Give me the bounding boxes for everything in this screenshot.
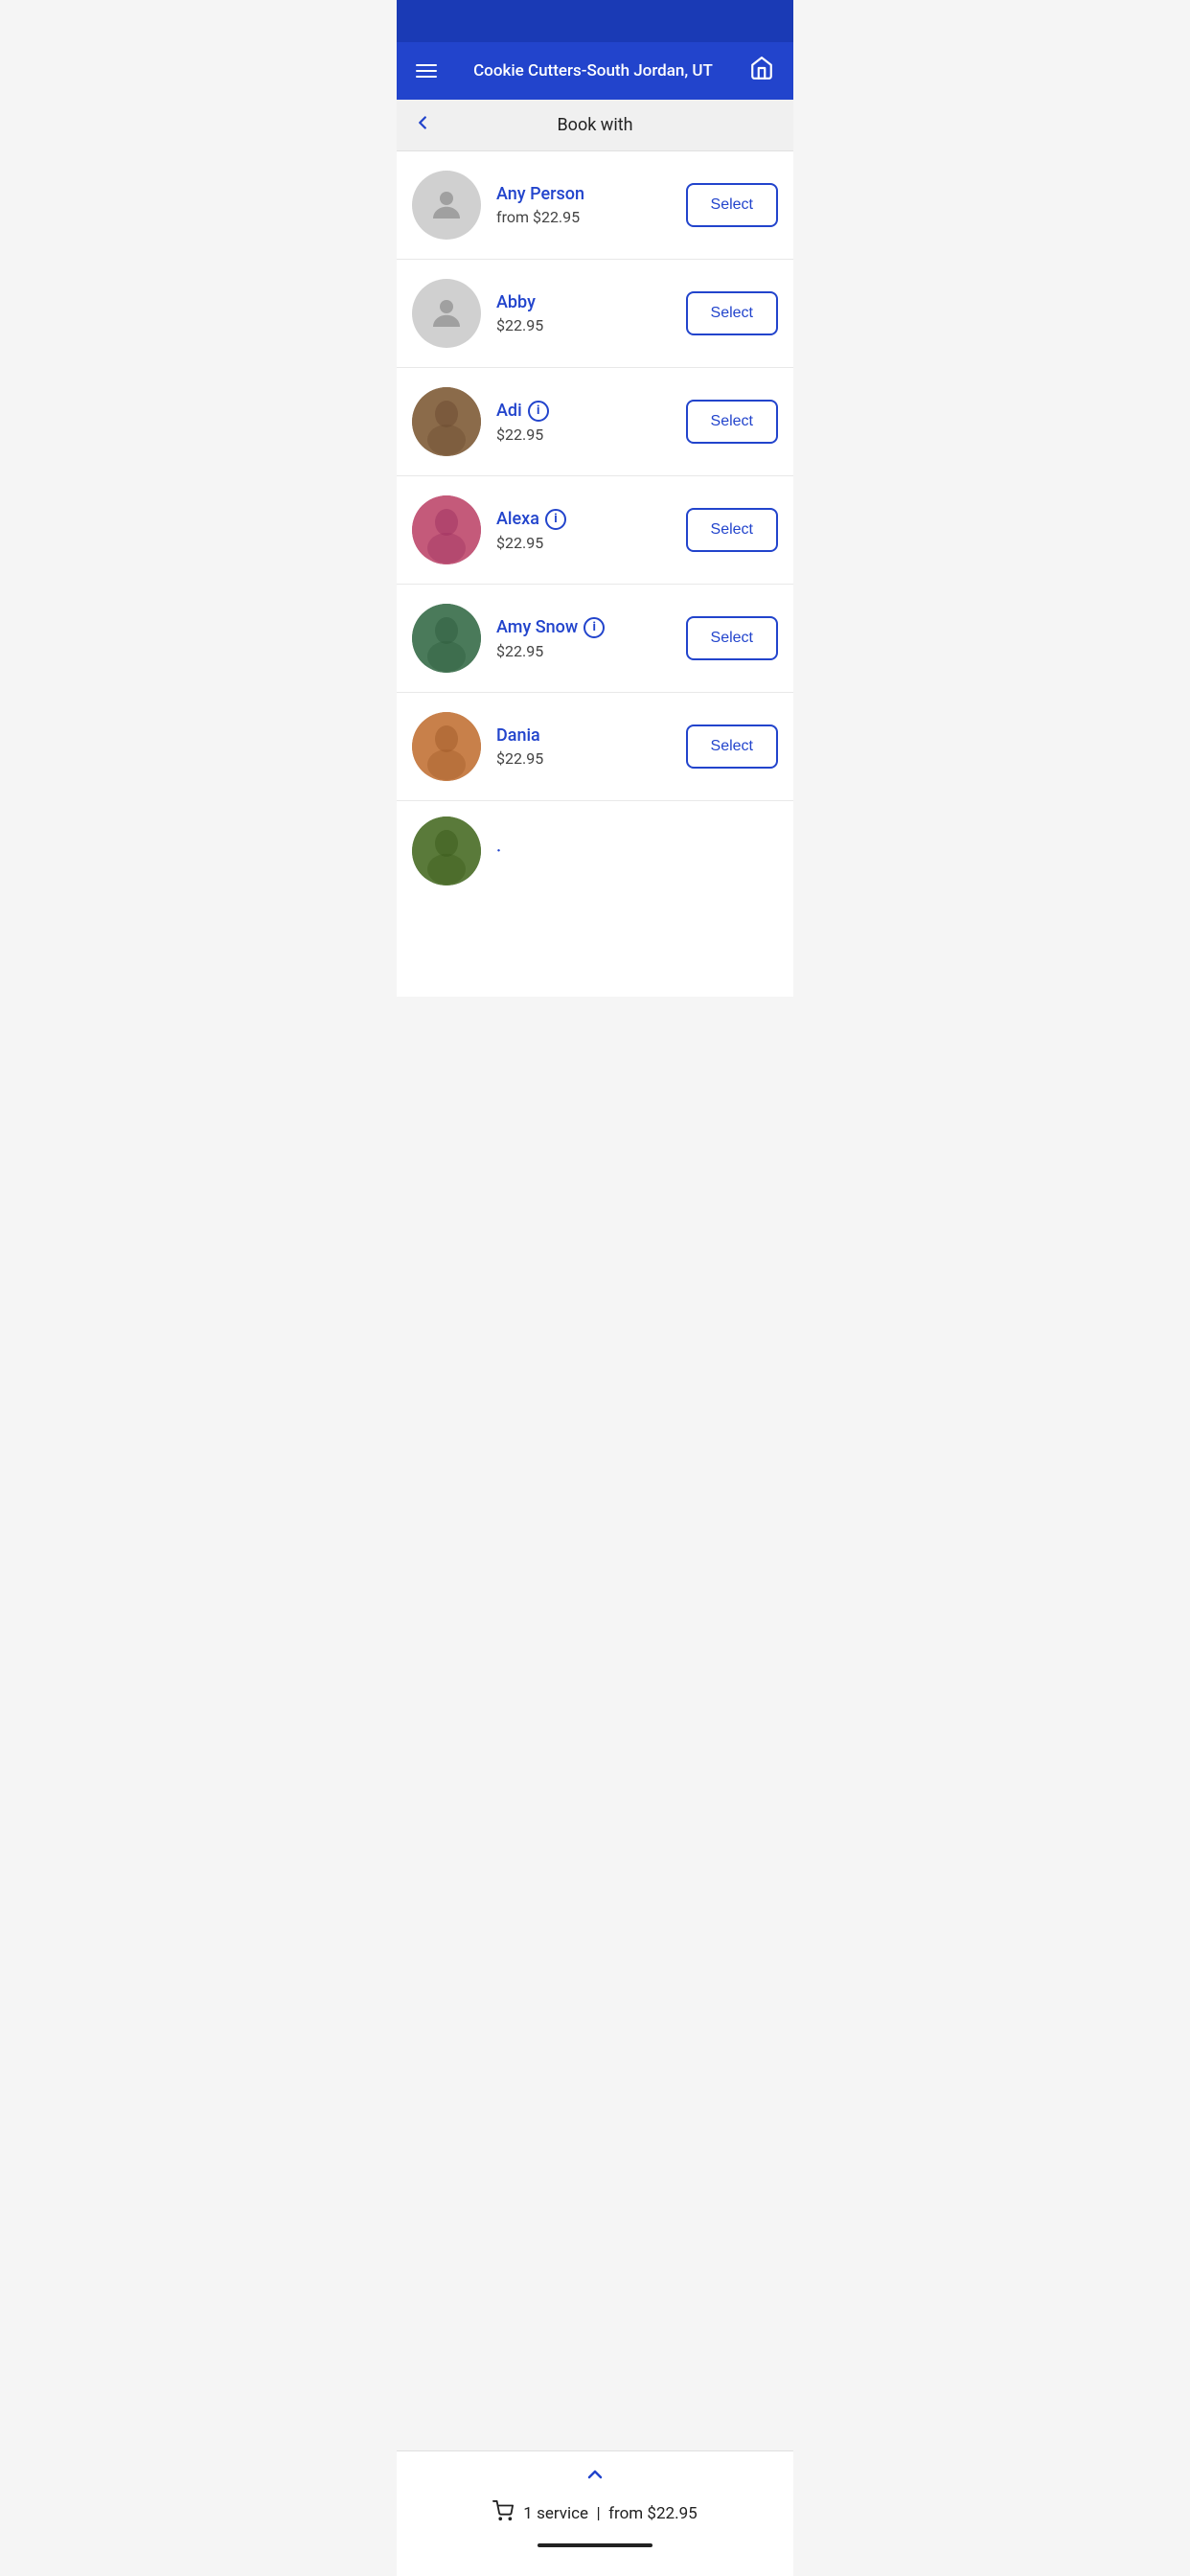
header-title: Cookie Cutters-South Jordan, UT [437,61,749,80]
person-name-amy-snow: Amy Snow i [496,617,686,638]
person-name-any-person: Any Person [496,184,686,204]
person-row-amy-snow: Amy Snow i $22.95 Select [397,585,793,693]
person-row-partial: · [397,801,793,901]
select-button-dania[interactable]: Select [686,724,778,769]
person-info-alexa: Alexa i $22.95 [481,509,686,552]
person-row-abby: Abby $22.95 Select [397,260,793,368]
person-name-adi: Adi i [496,401,686,422]
person-price-alexa: $22.95 [496,534,686,552]
info-icon-adi[interactable]: i [528,401,549,422]
avatar-alexa [412,495,481,564]
avatar-any-person [412,171,481,240]
person-row-any-person: Any Person from $22.95 Select [397,151,793,260]
person-price-amy-snow: $22.95 [496,642,686,660]
cart-icon [492,2500,514,2526]
person-name-dania: Dania [496,725,686,746]
person-price-any-person: from $22.95 [496,208,686,226]
bottom-bar-text: 1 service | from $22.95 [523,2504,697,2523]
avatar-dania [412,712,481,781]
avatar-partial [412,816,481,886]
select-button-adi[interactable]: Select [686,400,778,444]
person-row-alexa: Alexa i $22.95 Select [397,476,793,585]
people-list: Any Person from $22.95 Select Abby $22.9… [397,151,793,997]
bottom-bar-chevron[interactable] [584,2463,606,2491]
person-info-any-person: Any Person from $22.95 [481,184,686,226]
sub-header-title: Book with [416,115,774,135]
person-info-dania: Dania $22.95 [481,725,686,768]
person-info-partial: · [481,841,778,862]
avatar-adi [412,387,481,456]
person-info-adi: Adi i $22.95 [481,401,686,444]
person-price-abby: $22.95 [496,316,686,334]
info-icon-alexa[interactable]: i [545,509,566,530]
menu-button[interactable] [416,64,437,78]
header: Cookie Cutters-South Jordan, UT [397,42,793,100]
bottom-bar: 1 service | from $22.95 [397,2450,793,2576]
home-button[interactable] [749,56,774,86]
info-icon-amy-snow[interactable]: i [584,617,605,638]
person-info-amy-snow: Amy Snow i $22.95 [481,617,686,660]
avatar-abby [412,279,481,348]
person-name-partial: · [496,841,778,862]
back-button[interactable] [412,112,433,139]
select-button-amy-snow[interactable]: Select [686,616,778,660]
person-price-dania: $22.95 [496,749,686,768]
select-button-any-person[interactable]: Select [686,183,778,227]
bottom-indicator [538,2543,652,2547]
bottom-bar-content: 1 service | from $22.95 [492,2500,697,2526]
person-row-dania: Dania $22.95 Select [397,693,793,801]
person-row-adi: Adi i $22.95 Select [397,368,793,476]
avatar-amy-snow [412,604,481,673]
person-info-abby: Abby $22.95 [481,292,686,334]
status-bar [397,0,793,42]
select-button-abby[interactable]: Select [686,291,778,335]
person-price-adi: $22.95 [496,426,686,444]
select-button-alexa[interactable]: Select [686,508,778,552]
sub-header: Book with [397,100,793,151]
person-name-alexa: Alexa i [496,509,686,530]
person-name-abby: Abby [496,292,686,312]
